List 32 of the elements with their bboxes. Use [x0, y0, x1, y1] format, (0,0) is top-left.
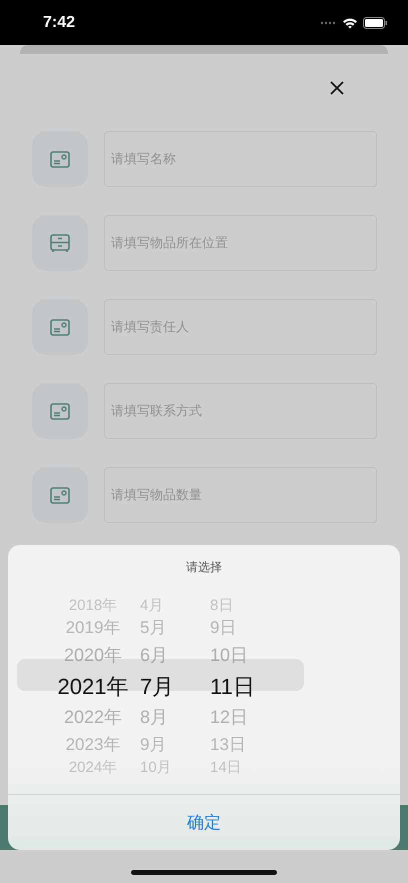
signal-icon — [320, 20, 337, 24]
card-icon — [50, 486, 70, 504]
picker-option[interactable]: 9月 — [140, 736, 166, 755]
input-field[interactable]: 请填写责任人 — [104, 299, 377, 355]
input-field[interactable]: 请填写物品所在位置 — [104, 215, 377, 271]
card-icon — [50, 150, 70, 168]
picker-option[interactable]: 2021年 — [58, 674, 128, 700]
picker-option[interactable]: 7月 — [140, 674, 174, 700]
input-field[interactable]: 请填写联系方式 — [104, 383, 377, 439]
input-field[interactable]: 请填写物品数量 — [104, 467, 377, 523]
picker-option[interactable]: 2019年 — [66, 619, 120, 638]
picker-option[interactable]: 2020年 — [64, 646, 122, 666]
input-field[interactable]: 请填写名称 — [104, 131, 377, 187]
picker-option[interactable]: 13日 — [210, 736, 246, 755]
status-time: 7:42 — [43, 14, 76, 32]
picker-option[interactable]: 9日 — [210, 619, 236, 638]
picker-option[interactable]: 2023年 — [66, 736, 120, 755]
drawer-icon — [50, 234, 70, 252]
picker-option[interactable]: 10日 — [210, 646, 248, 666]
card-icon — [50, 318, 70, 336]
picker-option[interactable]: 12日 — [210, 708, 248, 728]
picker-option[interactable]: 5月 — [140, 619, 166, 638]
wifi-icon — [342, 16, 358, 28]
card-icon — [50, 402, 70, 420]
picker-option[interactable]: 8月 — [140, 708, 168, 728]
close-icon[interactable] — [330, 81, 344, 95]
picker-title: 请选择 — [186, 559, 222, 576]
picker-option[interactable]: 2022年 — [64, 708, 122, 728]
picker-option[interactable]: 11日 — [210, 674, 255, 700]
battery-icon — [363, 16, 388, 28]
confirm-button[interactable]: 确定 — [8, 795, 400, 850]
picker-option[interactable]: 6月 — [140, 646, 168, 666]
